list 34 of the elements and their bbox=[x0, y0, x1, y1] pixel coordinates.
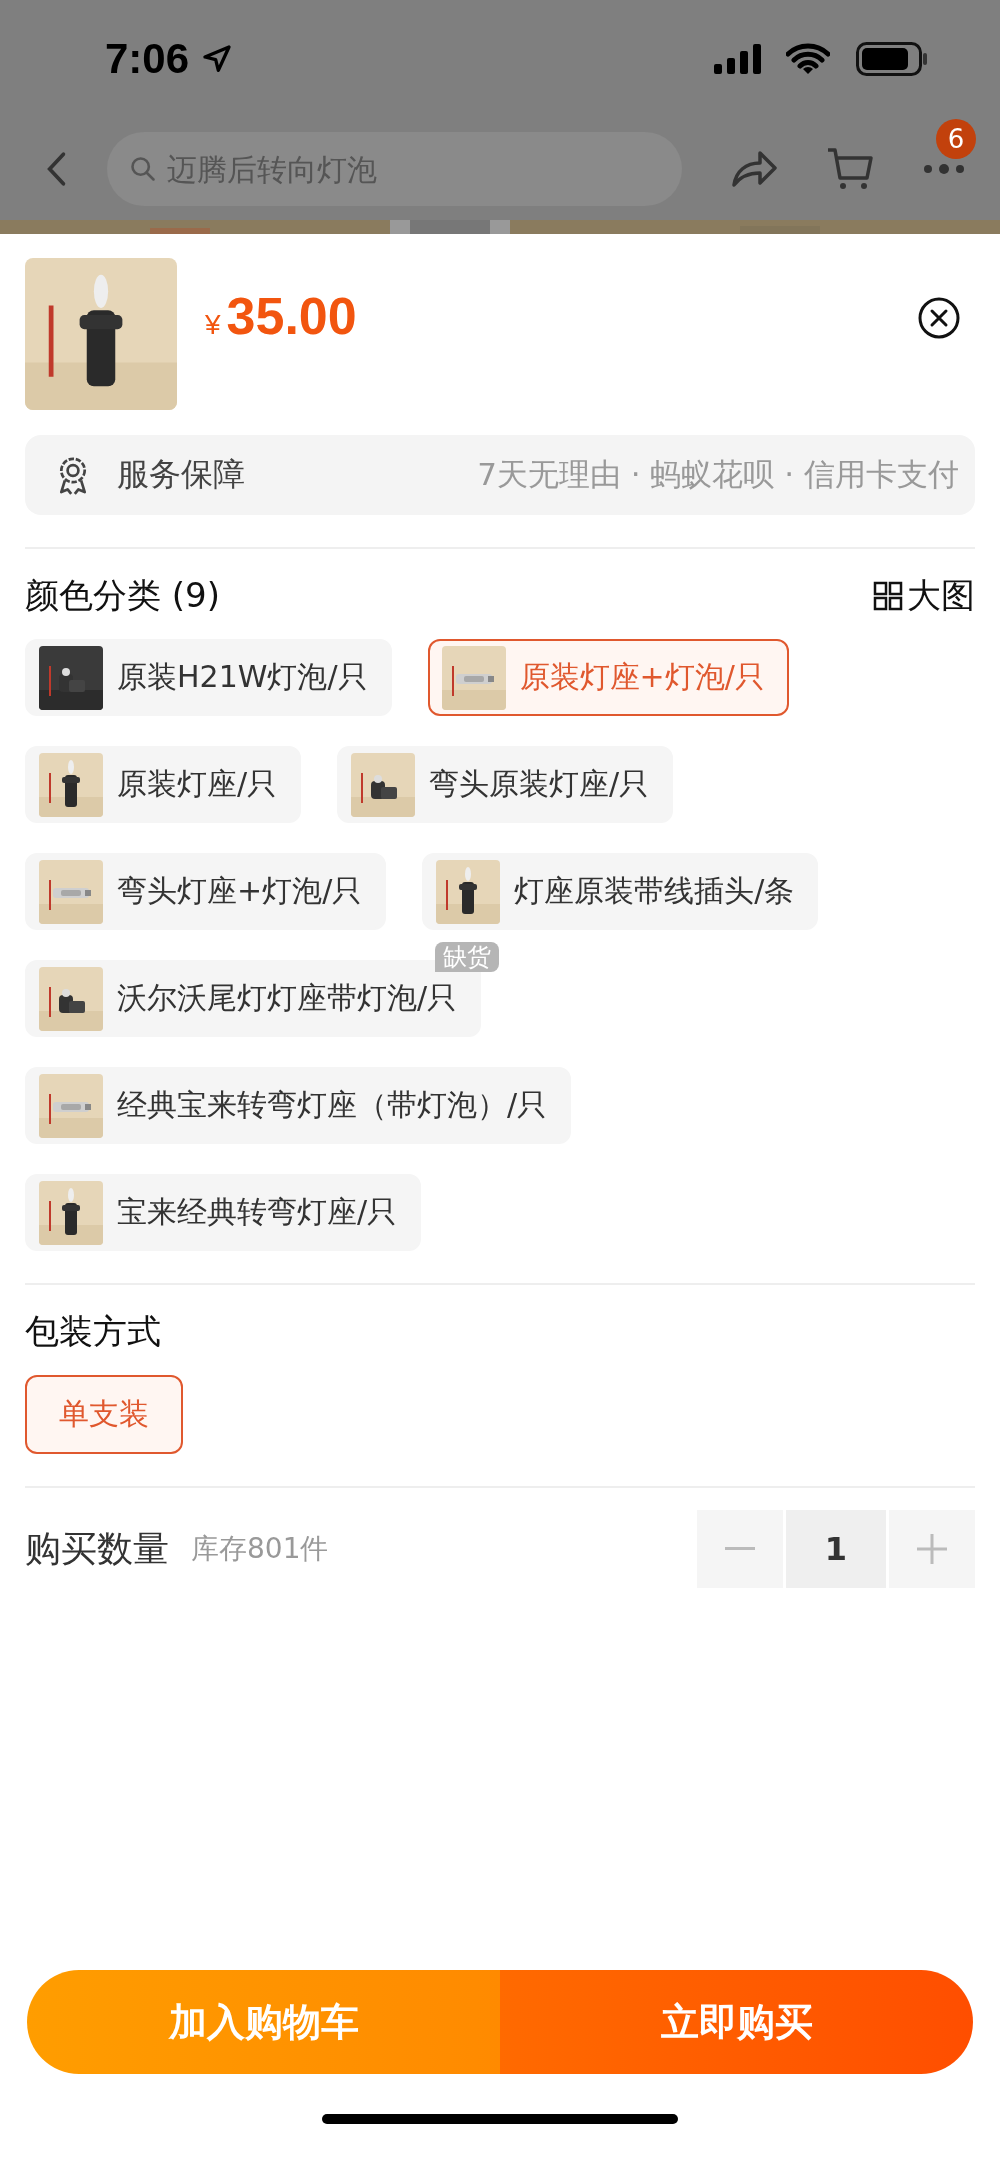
location-arrow-icon bbox=[201, 43, 234, 75]
packaging-option[interactable]: 单支装 bbox=[25, 1375, 183, 1454]
variant-option[interactable]: 原装H21W灯泡/只 bbox=[25, 639, 392, 716]
grid-icon bbox=[873, 581, 903, 611]
variant-option[interactable]: 经典宝来转弯灯座（带灯泡）/只 bbox=[25, 1067, 572, 1144]
more-icon[interactable] bbox=[922, 163, 966, 175]
quantity-value[interactable]: 1 bbox=[786, 1510, 886, 1588]
notification-badge: 6 bbox=[936, 119, 976, 159]
variant-option[interactable]: 弯头原装灯座/只 bbox=[337, 746, 674, 823]
price: ¥35.00 bbox=[205, 286, 357, 346]
service-details: 7天无理由 · 蚂蚁花呗 · 信用卡支付 bbox=[477, 455, 959, 494]
cart-icon[interactable] bbox=[826, 147, 874, 191]
battery-icon bbox=[856, 42, 928, 76]
quantity-label: 购买数量 bbox=[25, 1526, 169, 1571]
section-title: 颜色分类 (9) bbox=[25, 574, 220, 617]
variant-option[interactable]: 灯座原装带线插头/条 bbox=[422, 853, 819, 930]
section-title: 包装方式 bbox=[25, 1310, 161, 1353]
status-time: 7:06 bbox=[105, 35, 190, 83]
back-icon[interactable] bbox=[45, 151, 67, 187]
variant-option[interactable]: 宝来经典转弯灯座/只 bbox=[25, 1174, 422, 1251]
minus-icon bbox=[725, 1547, 755, 1551]
sold-out-badge: 缺货 bbox=[435, 942, 500, 972]
service-label: 服务保障 bbox=[117, 454, 245, 495]
variant-option[interactable]: 原装灯座/只 bbox=[25, 746, 302, 823]
stock-count: 库存801件 bbox=[191, 1531, 329, 1567]
signal-icon bbox=[714, 44, 764, 74]
service-bar[interactable]: 服务保障 7天无理由 · 蚂蚁花呗 · 信用卡支付 bbox=[25, 435, 975, 515]
close-icon[interactable] bbox=[917, 296, 961, 340]
wifi-icon bbox=[786, 43, 830, 75]
plus-icon bbox=[917, 1534, 947, 1564]
search-icon bbox=[129, 155, 157, 183]
variant-option[interactable]: 原装灯座+灯泡/只 bbox=[427, 639, 789, 716]
large-view-toggle[interactable]: 大图 bbox=[873, 573, 975, 619]
variant-option[interactable]: 弯头灯座+灯泡/只 bbox=[25, 853, 387, 930]
